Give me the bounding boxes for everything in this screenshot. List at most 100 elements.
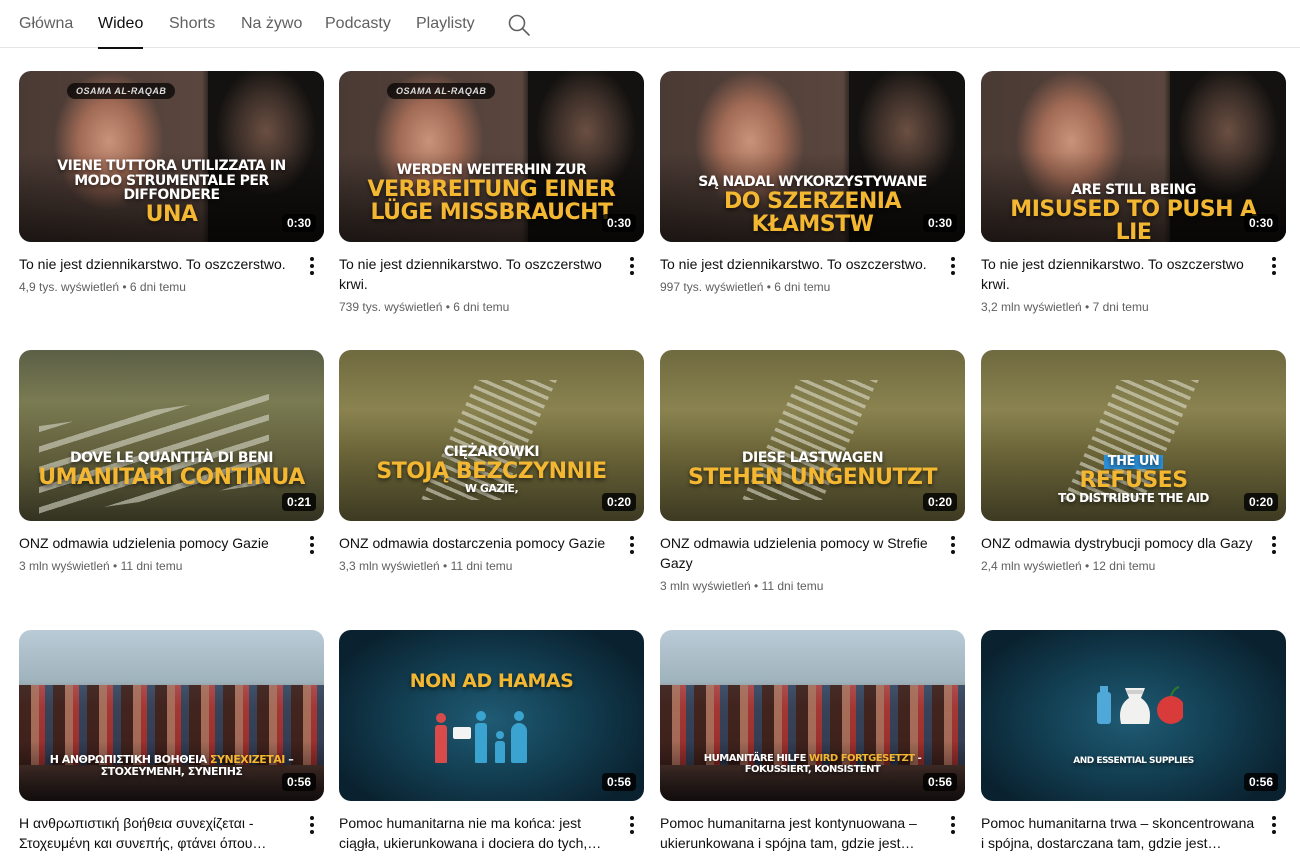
more-actions-button[interactable] [941,813,965,837]
video-title[interactable]: ONZ odmawia dystrybucji pomocy dla Gazy [981,533,1256,553]
more-actions-button[interactable] [1262,254,1286,278]
video-title[interactable]: To nie jest dziennikarstwo. To oszczerst… [339,254,614,294]
video-thumbnail[interactable]: THE UN REFUSES TO DISTRIBUTE THE AID 0:2… [981,350,1286,521]
search-icon [508,14,530,36]
video-meta: 2,4 mln wyświetleń • 12 dni temu [981,559,1156,573]
video-card[interactable]: THE UN REFUSES TO DISTRIBUTE THE AID 0:2… [981,350,1286,574]
video-duration: 0:30 [601,214,636,232]
more-vert-icon [630,257,634,261]
more-vert-icon [1272,816,1276,820]
thumbnail-caption: ARE STILL BEING MISUSED TO PUSH A LIE [1010,182,1257,242]
video-title[interactable]: Pomoc humanitarna trwa – skoncentrowana … [981,813,1256,853]
video-duration: 0:30 [1243,214,1278,232]
tab-shorts[interactable]: Shorts [169,0,215,48]
video-duration: 0:21 [281,493,316,511]
thumbnail-tag: OSAMA AL-RAQAB [67,83,176,99]
video-title[interactable]: To nie jest dziennikarstwo. To oszczerst… [19,254,294,274]
video-duration: 0:20 [922,493,957,511]
video-card[interactable]: DIESE LASTWAGEN STEHEN UNGENUTZT 0:20 ON… [660,350,965,594]
video-thumbnail[interactable]: ARE STILL BEING MISUSED TO PUSH A LIE 0:… [981,71,1286,242]
video-card[interactable]: Η ΑΝΘΡΩΠΙΣΤΙΚΗ ΒΟΗΘΕΙΑ ΣΥΝΕΧΙΖΕΤΑΙ – ΣΤΟ… [19,630,324,853]
thumbnail-caption: HUMANITÄRE HILFE WIRD FORTGESETZT - FOKU… [703,753,922,775]
thumbnail-caption: DIESE LASTWAGEN STEHEN UNGENUTZT [688,450,938,490]
channel-tabs: Główna Wideo Shorts Na żywo Podcasty Pla… [0,0,1300,49]
video-duration: 0:30 [281,214,316,232]
video-thumbnail[interactable]: SĄ NADAL WYKORZYSTYWANE DO SZERZENIA KŁA… [660,71,965,242]
video-thumbnail[interactable]: CIĘŻARÓWKI STOJĄ BEZCZYNNIE W GAZIE, 0:2… [339,350,644,521]
video-title[interactable]: To nie jest dziennikarstwo. To oszczerst… [660,254,935,274]
video-meta: 4,9 tys. wyświetleń • 6 dni temu [19,280,186,294]
more-vert-icon [310,536,314,540]
more-vert-icon [951,257,955,261]
video-thumbnail[interactable]: Η ΑΝΘΡΩΠΙΣΤΙΚΗ ΒΟΗΘΕΙΑ ΣΥΝΕΧΙΖΕΤΑΙ – ΣΤΟ… [19,630,324,801]
more-actions-button[interactable] [300,254,324,278]
video-duration: 0:30 [922,214,957,232]
more-actions-button[interactable] [941,533,965,557]
tab-playlists[interactable]: Playlisty [416,0,475,48]
video-duration: 0:56 [601,773,636,791]
more-actions-button[interactable] [1262,533,1286,557]
video-meta: 3 mln wyświetleń • 11 dni temu [660,579,824,593]
video-title[interactable]: ONZ odmawia dostarczenia pomocy Gazie [339,533,614,553]
video-title[interactable]: ONZ odmawia udzielenia pomocy Gazie [19,533,294,553]
more-actions-button[interactable] [300,533,324,557]
search-button[interactable] [506,12,532,38]
video-duration: 0:56 [281,773,316,791]
more-vert-icon [310,257,314,261]
video-thumbnail[interactable]: HUMANITÄRE HILFE WIRD FORTGESETZT - FOKU… [660,630,965,801]
more-actions-button[interactable] [620,533,644,557]
more-vert-icon [951,536,955,540]
more-actions-button[interactable] [941,254,965,278]
video-title[interactable]: ONZ odmawia udzielenia pomocy w Strefie … [660,533,935,573]
video-title[interactable]: To nie jest dziennikarstwo. To oszczerst… [981,254,1256,294]
video-title[interactable]: Η ανθρωπιστική βοήθεια συνεχίζεται - Στο… [19,813,294,853]
more-actions-button[interactable] [620,813,644,837]
video-thumbnail[interactable]: DOVE LE QUANTITÀ DI BENI UMANITARI CONTI… [19,350,324,521]
more-actions-button[interactable] [620,254,644,278]
tab-videos[interactable]: Wideo [98,0,144,49]
video-duration: 0:20 [1243,493,1278,511]
video-thumbnail[interactable]: NON AD HAMAS 0:56 [339,630,644,801]
video-card[interactable]: HUMANITÄRE HILFE WIRD FORTGESETZT - FOKU… [660,630,965,853]
more-actions-button[interactable] [300,813,324,837]
more-vert-icon [1272,257,1276,261]
video-meta: 3,3 mln wyświetleń • 11 dni temu [339,559,513,573]
more-vert-icon [1272,536,1276,540]
video-thumbnail[interactable]: AND ESSENTIAL SUPPLIES 0:56 [981,630,1286,801]
thumbnail-caption: THE UN REFUSES TO DISTRIBUTE THE AID [1058,454,1209,505]
video-title[interactable]: Pomoc humanitarna jest kontynuowana – uk… [660,813,935,853]
video-thumbnail[interactable]: OSAMA AL-RAQAB VIENE TUTTORA UTILIZZATA … [19,71,324,242]
more-actions-button[interactable] [1262,813,1286,837]
thumbnail-caption: Η ΑΝΘΡΩΠΙΣΤΙΚΗ ΒΟΗΘΕΙΑ ΣΥΝΕΧΙΖΕΤΑΙ – ΣΤΟ… [49,753,294,778]
video-thumbnail[interactable]: DIESE LASTWAGEN STEHEN UNGENUTZT 0:20 [660,350,965,521]
thumbnail-caption: VIENE TUTTORA UTILIZZATA IN MODO STRUMEN… [57,158,286,228]
video-meta: 3 mln wyświetleń • 11 dni temu [19,559,183,573]
more-vert-icon [630,816,634,820]
more-vert-icon [310,816,314,820]
video-card[interactable]: OSAMA AL-RAQAB WERDEN WEITERHIN ZUR VERB… [339,71,644,315]
video-thumbnail[interactable]: OSAMA AL-RAQAB WERDEN WEITERHIN ZUR VERB… [339,71,644,242]
more-vert-icon [951,816,955,820]
video-card[interactable]: NON AD HAMAS 0:56 Pomoc humanitarna nie … [339,630,644,853]
video-card[interactable]: SĄ NADAL WYKORZYSTYWANE DO SZERZENIA KŁA… [660,71,965,295]
video-card[interactable]: ARE STILL BEING MISUSED TO PUSH A LIE 0:… [981,71,1286,315]
video-duration: 0:20 [601,493,636,511]
video-card[interactable]: DOVE LE QUANTITÀ DI BENI UMANITARI CONTI… [19,350,324,574]
video-meta: 997 tys. wyświetleń • 6 dni temu [660,280,831,294]
video-duration: 0:56 [1243,773,1278,791]
more-vert-icon [630,536,634,540]
video-card[interactable]: AND ESSENTIAL SUPPLIES 0:56 Pomoc humani… [981,630,1286,853]
thumbnail-caption: NON AD HAMAS [409,670,574,692]
thumbnail-tag: OSAMA AL-RAQAB [387,83,496,99]
video-meta: 739 tys. wyświetleń • 6 dni temu [339,300,510,314]
video-title[interactable]: Pomoc humanitarna nie ma końca: jest cią… [339,813,614,853]
video-card[interactable]: OSAMA AL-RAQAB VIENE TUTTORA UTILIZZATA … [19,71,324,295]
tab-live[interactable]: Na żywo [241,0,302,48]
supplies-icon [1097,686,1183,724]
people-illustration-icon [435,708,535,763]
thumbnail-caption: CIĘŻARÓWKI STOJĄ BEZCZYNNIE W GAZIE, [376,444,607,495]
tab-podcasts[interactable]: Podcasty [325,0,391,48]
tab-home[interactable]: Główna [19,0,73,48]
video-card[interactable]: CIĘŻARÓWKI STOJĄ BEZCZYNNIE W GAZIE, 0:2… [339,350,644,574]
thumbnail-caption: DOVE LE QUANTITÀ DI BENI UMANITARI CONTI… [38,450,305,490]
